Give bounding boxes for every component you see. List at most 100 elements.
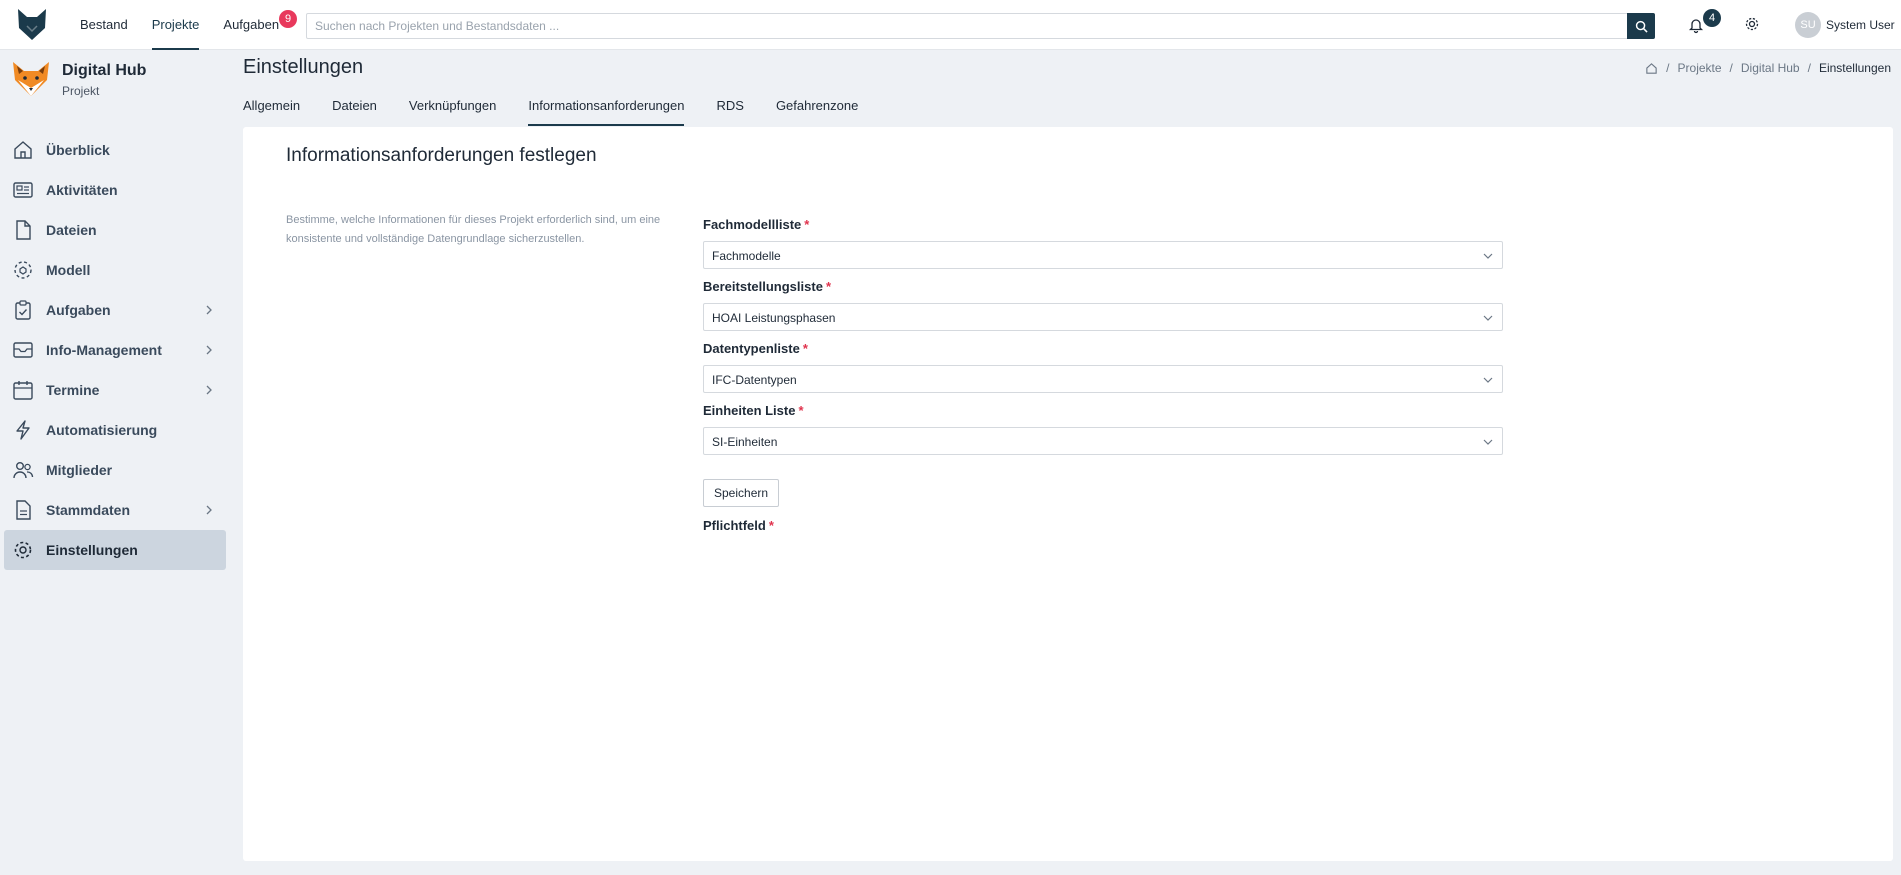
search-input[interactable] [307, 14, 1617, 38]
sidebar: Digital Hub Projekt Überblick Aktivitäte… [0, 50, 232, 875]
tasks-count-badge: 9 [279, 10, 298, 28]
file-icon [12, 219, 34, 241]
sidebar-item-mitglieder[interactable]: Mitglieder [4, 450, 226, 490]
sidebar-item-label: Modell [46, 262, 91, 278]
model-icon [12, 259, 34, 281]
home-icon [12, 139, 34, 161]
required-marker: * [825, 279, 831, 294]
settings-tabs: Allgemein Dateien Verknüpfungen Informat… [243, 96, 890, 126]
datentypenliste-select[interactable]: IFC-Datentypen [703, 365, 1503, 393]
field-label-text: Einheiten Liste [703, 403, 796, 418]
required-field-note: Pflichtfeld * [703, 518, 1503, 533]
fachmodellliste-select[interactable]: Fachmodelle [703, 241, 1503, 269]
sidebar-item-label: Automatisierung [46, 422, 158, 438]
lightning-icon [12, 419, 34, 441]
chevron-down-icon [1483, 253, 1493, 259]
sidebar-item-dateien[interactable]: Dateien [4, 210, 226, 250]
chevron-right-icon [206, 305, 212, 315]
nav-bestand-label: Bestand [80, 17, 128, 32]
required-note-text: Pflichtfeld [703, 518, 766, 533]
requirements-form: Fachmodellliste * Fachmodelle Bereitstell… [703, 217, 1503, 533]
field-fachmodellliste: Fachmodellliste * Fachmodelle [703, 217, 1503, 269]
fox-logo-icon [13, 62, 49, 96]
field-label: Einheiten Liste * [703, 403, 1503, 421]
required-marker: * [802, 341, 808, 356]
people-icon [12, 459, 34, 481]
nav-aufgaben[interactable]: Aufgaben 9 [223, 0, 298, 50]
field-bereitstellungsliste: Bereitstellungsliste * HOAI Leistungsphas… [703, 279, 1503, 331]
chevron-right-icon [206, 505, 212, 515]
tab-allgemein[interactable]: Allgemein [243, 96, 300, 126]
chevron-down-icon [1483, 439, 1493, 445]
user-menu[interactable]: SU System User [1795, 12, 1895, 38]
sidebar-item-aktivitaeten[interactable]: Aktivitäten [4, 170, 226, 210]
sidebar-item-aufgaben[interactable]: Aufgaben [4, 290, 226, 330]
top-bar: Bestand Projekte Aufgaben 9 4 SU System … [0, 0, 1901, 50]
breadcrumb-digital-hub[interactable]: Digital Hub [1741, 61, 1800, 75]
sidebar-item-info-management[interactable]: Info-Management [4, 330, 226, 370]
section-description: Bestimme, welche Informationen für diese… [286, 214, 661, 245]
select-value: HOAI Leistungsphasen [712, 311, 836, 325]
sidebar-item-label: Mitglieder [46, 462, 113, 478]
breadcrumb-separator: / [1729, 61, 1733, 75]
select-value: Fachmodelle [712, 249, 781, 263]
save-button[interactable]: Speichern [703, 479, 780, 507]
field-label: Bereitstellungsliste * [703, 279, 1503, 297]
app-logo-icon[interactable] [14, 6, 50, 42]
project-header: Digital Hub Projekt [10, 58, 146, 100]
sidebar-item-modell[interactable]: Modell [4, 250, 226, 290]
chevron-right-icon [206, 385, 212, 395]
breadcrumb-separator: / [1666, 61, 1670, 75]
content-card: Informationsanforderungen festlegen Best… [243, 127, 1893, 861]
inbox-icon [12, 339, 34, 361]
global-search [306, 13, 1655, 39]
page-title: Einstellungen [243, 56, 364, 78]
required-marker: * [768, 518, 774, 533]
einheiten-liste-select[interactable]: SI-Einheiten [703, 427, 1503, 455]
nav-projekte[interactable]: Projekte [151, 0, 200, 50]
sidebar-item-label: Aktivitäten [46, 182, 118, 198]
select-value: IFC-Datentypen [712, 373, 797, 387]
sidebar-item-label: Termine [46, 382, 100, 398]
breadcrumb-current: Einstellungen [1818, 61, 1891, 75]
sidebar-item-termine[interactable]: Termine [4, 370, 226, 410]
sidebar-item-label: Dateien [46, 222, 97, 238]
tab-dateien[interactable]: Dateien [332, 96, 377, 126]
sidebar-item-stammdaten[interactable]: Stammdaten [4, 490, 226, 530]
field-einheiten-liste: Einheiten Liste * SI-Einheiten [703, 403, 1503, 455]
tab-gefahrenzone[interactable]: Gefahrenzone [776, 96, 858, 126]
field-label-text: Fachmodellliste [703, 217, 802, 232]
field-label: Datentypenliste * [703, 341, 1503, 359]
breadcrumb-projekte[interactable]: Projekte [1678, 61, 1722, 75]
gear-icon [12, 539, 34, 561]
avatar: SU [1795, 12, 1821, 38]
search-icon [1635, 20, 1648, 33]
sidebar-item-automatisierung[interactable]: Automatisierung [4, 410, 226, 450]
chevron-right-icon [206, 345, 212, 355]
field-label-text: Bereitstellungsliste [703, 279, 823, 294]
sidebar-item-einstellungen[interactable]: Einstellungen [4, 530, 226, 570]
section-title: Informationsanforderungen festlegen [286, 145, 597, 166]
settings-gear-icon[interactable] [1743, 15, 1761, 33]
chevron-down-icon [1483, 377, 1493, 383]
tab-informationsanforderungen[interactable]: Informationsanforderungen [528, 96, 685, 126]
sidebar-item-ueberblick[interactable]: Überblick [4, 130, 226, 170]
sidebar-item-label: Einstellungen [46, 542, 138, 558]
project-title: Digital Hub [62, 62, 147, 79]
bereitstellungsliste-select[interactable]: HOAI Leistungsphasen [703, 303, 1503, 331]
tab-rds[interactable]: RDS [716, 96, 743, 126]
project-subtitle: Projekt [62, 84, 100, 98]
nav-bestand[interactable]: Bestand [80, 0, 128, 50]
field-datentypenliste: Datentypenliste * IFC-Datentypen [703, 341, 1503, 393]
home-breadcrumb-icon[interactable] [1645, 62, 1658, 75]
sidebar-item-label: Info-Management [46, 342, 162, 358]
breadcrumb-separator: / [1807, 61, 1811, 75]
calendar-icon [12, 379, 34, 401]
required-marker: * [798, 403, 804, 418]
document-icon [12, 499, 34, 521]
search-button[interactable] [1627, 13, 1655, 39]
nav-projekte-label: Projekte [151, 17, 200, 32]
top-navigation: Bestand Projekte Aufgaben 9 [80, 0, 303, 50]
sidebar-item-label: Aufgaben [46, 302, 111, 318]
tab-verknuepfungen[interactable]: Verknüpfungen [409, 96, 496, 126]
